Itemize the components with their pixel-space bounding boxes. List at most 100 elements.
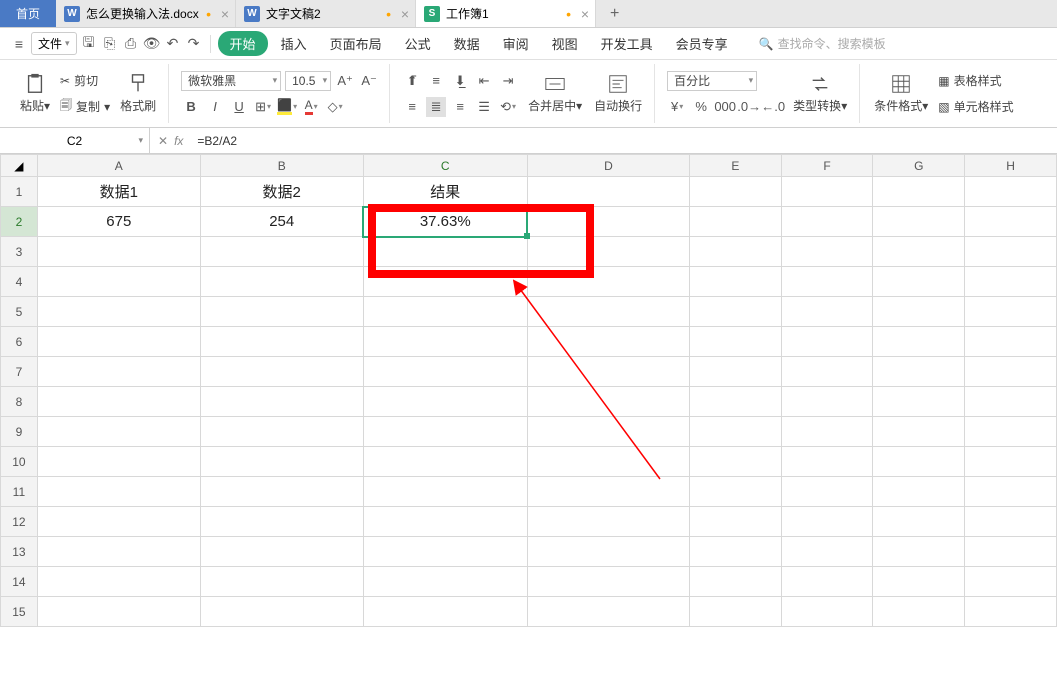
row-4[interactable]: 4 bbox=[1, 267, 38, 297]
align-left-button[interactable]: ≡ bbox=[402, 97, 422, 117]
row-8[interactable]: 8 bbox=[1, 387, 38, 417]
print-preview-icon[interactable]: 👁 bbox=[143, 35, 161, 53]
cell-G2[interactable] bbox=[873, 207, 965, 237]
tab-doc3-active[interactable]: S 工作簿1 • × bbox=[416, 0, 596, 27]
font-select[interactable]: 微软雅黑 bbox=[181, 71, 281, 91]
paste-button[interactable]: 粘贴▾ bbox=[14, 64, 56, 123]
menu-devtools[interactable]: 开发工具 bbox=[591, 30, 663, 57]
redo-icon[interactable]: ↷ bbox=[185, 35, 203, 53]
font-color-button[interactable]: A bbox=[301, 97, 321, 117]
indent-decrease-button[interactable]: ⇤ bbox=[474, 71, 494, 91]
clear-format-button[interactable]: ◇ bbox=[325, 97, 345, 117]
cell-D2[interactable] bbox=[527, 207, 689, 237]
cell-B1[interactable]: 数据2 bbox=[200, 177, 363, 207]
cell-F2[interactable] bbox=[781, 207, 873, 237]
menu-data[interactable]: 数据 bbox=[444, 30, 490, 57]
row-2[interactable]: 2 bbox=[1, 207, 38, 237]
merge-center-button[interactable]: 合并居中▾ bbox=[522, 64, 588, 123]
col-E[interactable]: E bbox=[689, 155, 781, 177]
underline-button[interactable]: U bbox=[229, 97, 249, 117]
tab-doc1[interactable]: W 怎么更换输入法.docx • × bbox=[56, 0, 236, 27]
close-icon[interactable]: × bbox=[221, 6, 229, 22]
increase-decimal-button[interactable]: .0→ bbox=[739, 97, 759, 117]
cell-style-button[interactable]: ▧单元格样式 bbox=[938, 96, 1013, 118]
table-style-button[interactable]: ▦表格样式 bbox=[938, 70, 1013, 92]
save-as-icon[interactable]: ⎘ bbox=[101, 35, 119, 53]
italic-button[interactable]: I bbox=[205, 97, 225, 117]
fill-color-button[interactable]: ⬛ bbox=[277, 97, 297, 117]
align-top-button[interactable]: ⬆̄ bbox=[402, 71, 422, 91]
col-A[interactable]: A bbox=[37, 155, 200, 177]
align-bottom-button[interactable]: ⬇̲ bbox=[450, 71, 470, 91]
cell-F1[interactable] bbox=[781, 177, 873, 207]
percent-button[interactable]: % bbox=[691, 97, 711, 117]
align-center-button[interactable]: ≣ bbox=[426, 97, 446, 117]
file-menu[interactable]: 文件▾ bbox=[31, 32, 77, 55]
number-format-select[interactable]: 百分比 bbox=[667, 71, 757, 91]
menu-pagelayout[interactable]: 页面布局 bbox=[320, 30, 392, 57]
cell-E2[interactable] bbox=[689, 207, 781, 237]
row-14[interactable]: 14 bbox=[1, 567, 38, 597]
decrease-decimal-button[interactable]: ←.0 bbox=[763, 97, 783, 117]
fx-icon[interactable]: fx bbox=[174, 134, 183, 148]
menu-insert[interactable]: 插入 bbox=[271, 30, 317, 57]
menu-formula[interactable]: 公式 bbox=[395, 30, 441, 57]
currency-button[interactable]: ¥ bbox=[667, 97, 687, 117]
cell-H2[interactable] bbox=[965, 207, 1057, 237]
comma-button[interactable]: 000 bbox=[715, 97, 735, 117]
cell-B2[interactable]: 254 bbox=[200, 207, 363, 237]
col-C[interactable]: C bbox=[363, 155, 527, 177]
row-3[interactable]: 3 bbox=[1, 237, 38, 267]
cancel-formula-icon[interactable]: ✕ bbox=[158, 134, 168, 148]
cut-button[interactable]: ✂剪切 bbox=[60, 70, 110, 92]
new-tab-button[interactable]: + bbox=[596, 0, 633, 27]
align-justify-button[interactable]: ☰ bbox=[474, 97, 494, 117]
menu-review[interactable]: 审阅 bbox=[493, 30, 539, 57]
formula-input[interactable]: =B2/A2 bbox=[191, 133, 1057, 148]
wrap-text-button[interactable]: 自动换行 bbox=[588, 64, 648, 123]
orientation-button[interactable]: ⟲ bbox=[498, 97, 518, 117]
menu-member[interactable]: 会员专享 bbox=[666, 30, 738, 57]
close-icon[interactable]: × bbox=[401, 6, 409, 22]
row-9[interactable]: 9 bbox=[1, 417, 38, 447]
print-icon[interactable]: ⎙ bbox=[122, 35, 140, 53]
border-button[interactable]: ⊞ bbox=[253, 97, 273, 117]
col-H[interactable]: H bbox=[965, 155, 1057, 177]
align-right-button[interactable]: ≡ bbox=[450, 97, 470, 117]
formatpainter-button[interactable]: 格式刷 bbox=[114, 64, 162, 123]
select-all-corner[interactable]: ◢ bbox=[1, 155, 38, 177]
undo-icon[interactable]: ↶ bbox=[164, 35, 182, 53]
tab-home[interactable]: 首页 bbox=[0, 0, 56, 27]
save-icon[interactable]: 🖫 bbox=[80, 35, 98, 53]
cell-C2-selected[interactable]: 37.63% bbox=[363, 207, 527, 237]
cell-A1[interactable]: 数据1 bbox=[37, 177, 200, 207]
row-5[interactable]: 5 bbox=[1, 297, 38, 327]
font-size-select[interactable]: 10.5 bbox=[285, 71, 331, 91]
cell-G1[interactable] bbox=[873, 177, 965, 207]
row-1[interactable]: 1 bbox=[1, 177, 38, 207]
font-grow-button[interactable]: A⁺ bbox=[335, 71, 355, 91]
menu-view[interactable]: 视图 bbox=[542, 30, 588, 57]
cond-format-button[interactable]: 条件格式▾ bbox=[868, 64, 934, 123]
bold-button[interactable]: B bbox=[181, 97, 201, 117]
col-D[interactable]: D bbox=[527, 155, 689, 177]
cell-H1[interactable] bbox=[965, 177, 1057, 207]
menu-start[interactable]: 开始 bbox=[218, 31, 268, 56]
align-middle-button[interactable]: ≡ bbox=[426, 71, 446, 91]
row-6[interactable]: 6 bbox=[1, 327, 38, 357]
row-15[interactable]: 15 bbox=[1, 597, 38, 627]
row-7[interactable]: 7 bbox=[1, 357, 38, 387]
type-convert-button[interactable]: 类型转换▾ bbox=[787, 64, 853, 123]
search-box[interactable]: 🔍 查找命令、搜索模板 bbox=[759, 35, 886, 52]
close-icon[interactable]: × bbox=[581, 6, 589, 22]
cell-A2[interactable]: 675 bbox=[37, 207, 200, 237]
name-box[interactable]: C2 bbox=[0, 128, 150, 153]
copy-button[interactable]: 🗐复制▾ bbox=[60, 96, 110, 118]
row-10[interactable]: 10 bbox=[1, 447, 38, 477]
cell-D1[interactable] bbox=[527, 177, 689, 207]
tab-doc2[interactable]: W 文字文稿2 • × bbox=[236, 0, 416, 27]
cell-E1[interactable] bbox=[689, 177, 781, 207]
col-G[interactable]: G bbox=[873, 155, 965, 177]
font-shrink-button[interactable]: A⁻ bbox=[359, 71, 379, 91]
cell-C1[interactable]: 结果 bbox=[363, 177, 527, 207]
